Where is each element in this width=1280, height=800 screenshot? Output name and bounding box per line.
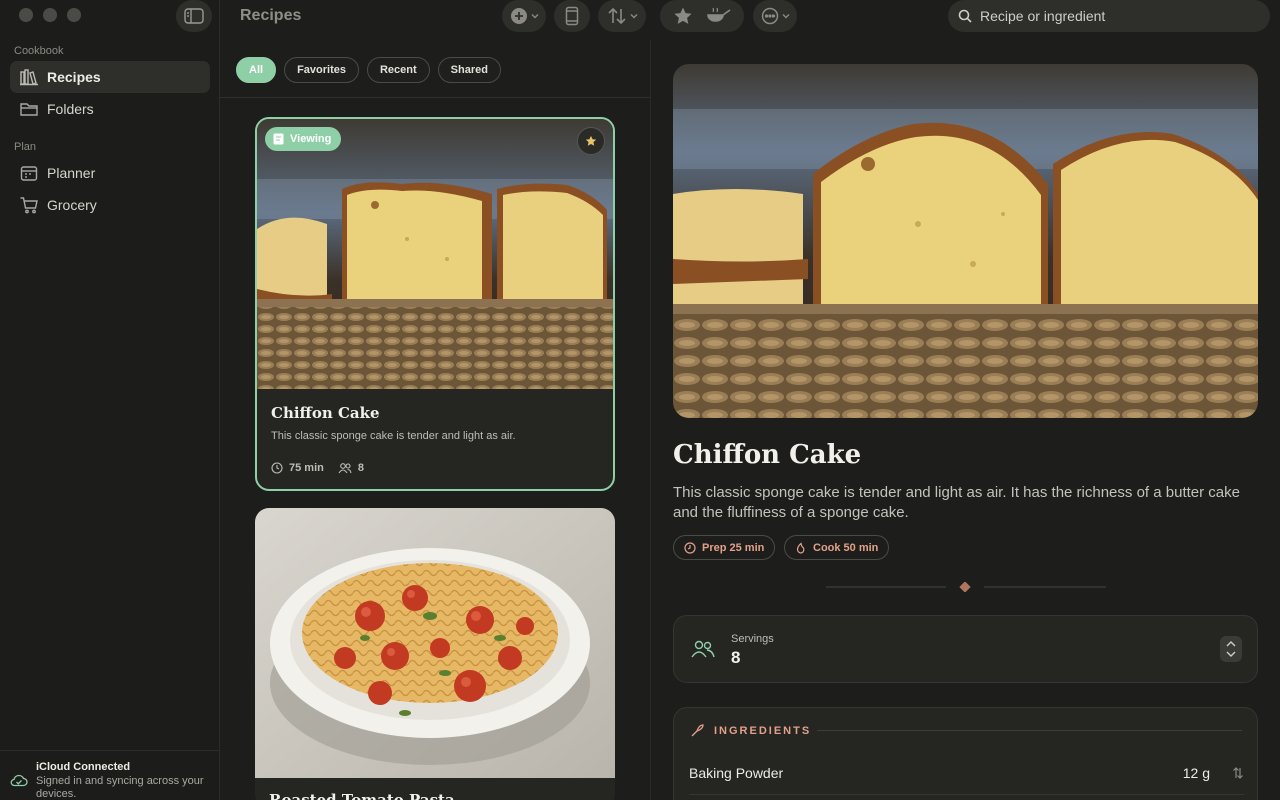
sidebar-item-recipes[interactable]: Recipes [10,61,210,93]
ingredient-name: Baking Powder [689,765,784,781]
sidebar-item-label: Recipes [47,69,101,85]
chevron-down-icon [531,14,538,19]
people-icon [691,640,715,658]
recipe-description: This classic sponge cake is tender and l… [673,484,1240,521]
favorite-toggle-button[interactable] [577,127,605,155]
recipes-app: Cookbook Recipes Folders Plan Planner Gr… [0,0,1280,800]
star-icon[interactable] [673,6,693,26]
clock-icon [271,462,283,474]
zoom-window-button[interactable] [67,8,81,22]
chiffon-cake-photo [673,64,1258,418]
icloud-status: iCloud Connected Signed in and syncing a… [0,750,220,800]
folder-icon [20,103,38,116]
search-bar [948,0,1270,32]
cook-time-pill: Cook 50 min [784,535,890,560]
card-title: Roasted Tomato Pasta [269,791,455,800]
section-label-cookbook: Cookbook [14,45,64,57]
recipe-card[interactable]: Roasted Tomato Pasta [255,508,615,800]
filter-chip-recent[interactable]: Recent [366,57,430,83]
column-divider [650,40,651,800]
sidebar-item-label: Planner [47,165,96,181]
card-meta: 75 min 8 [271,462,364,474]
sort-arrows-icon [607,7,626,25]
window-controls [19,8,81,22]
search-input[interactable] [980,8,1250,24]
search-icon [958,9,972,23]
filter-chip-all[interactable]: All [236,57,277,83]
unit-convert-icon[interactable] [1232,767,1244,779]
calendar-icon [20,166,38,181]
chevron-down-icon [782,14,789,19]
flame-icon [796,541,805,554]
window-title: Recipes [240,7,302,24]
close-window-button[interactable] [19,8,33,22]
card-time: 75 min [289,462,324,474]
card-title: Chiffon Cake [271,404,380,422]
filter-chips: All Favorites Recent Shared [236,57,501,83]
ingredients-title: INGREDIENTS [714,725,812,737]
cook-time-label: Cook 50 min [813,541,879,554]
icloud-title: iCloud Connected [36,761,131,773]
ingredient-row: Baking Powder 12 g [689,765,1244,781]
servings-value: 8 [731,648,741,667]
tablet-icon [565,6,579,26]
favorite-and-cook-group [660,0,744,32]
cooking-pan-icon[interactable] [707,7,731,25]
stepper-arrows-icon [1226,641,1236,657]
ingredient-row-divider [689,794,1244,795]
sidebar-item-planner[interactable]: Planner [10,157,210,189]
viewing-badge: Viewing [265,127,342,151]
sidebar-item-label: Folders [47,101,94,117]
recipe-book-icon [273,133,284,145]
library-icon [20,69,38,86]
more-menu-button[interactable] [753,0,797,32]
list-divider [220,97,650,98]
servings-card: Servings 8 [673,615,1258,683]
sort-menu-button[interactable] [598,0,646,32]
sidebar-item-grocery[interactable]: Grocery [10,189,210,221]
cloud-check-icon [10,774,28,787]
divider-ornament [826,582,1106,592]
ingredient-amount: 12 g [1182,765,1210,781]
recipe-title: Chiffon Cake [673,440,862,470]
sidebar-item-folders[interactable]: Folders [10,93,210,125]
sidebar-icon [184,8,204,24]
sidebar: Cookbook Recipes Folders Plan Planner Gr… [0,0,220,800]
prep-time-label: Prep 25 min [702,541,765,554]
icloud-subtitle: Signed in and syncing across your device… [36,775,204,800]
sidebar-toggle-button[interactable] [176,0,212,32]
ingredients-header: INGREDIENTS [690,724,811,738]
viewing-badge-label: Viewing [290,133,332,145]
recipe-card[interactable]: Viewing Chiffon Cake This classic sponge… [255,117,615,491]
ingredients-card: INGREDIENTS Baking Powder 12 g [673,707,1258,800]
add-menu-button[interactable] [502,0,546,32]
ingredients-header-rule [817,730,1242,731]
plus-circle-icon [510,8,527,24]
people-icon [338,463,352,474]
card-servings: 8 [357,462,364,474]
recipe-hero-image [673,64,1258,418]
sidebar-item-label: Grocery [47,197,97,213]
servings-label: Servings [731,633,774,645]
chevron-down-icon [630,14,637,19]
filter-chip-shared[interactable]: Shared [437,57,501,83]
prep-time-pill: Prep 25 min [673,535,776,560]
servings-stepper[interactable] [1220,636,1242,662]
filter-chip-favorites[interactable]: Favorites [284,57,359,83]
cart-icon [20,197,38,214]
chiffon-cake-image [257,119,613,389]
card-description: This classic sponge cake is tender and l… [271,430,516,442]
section-label-plan: Plan [14,141,37,153]
minimize-window-button[interactable] [43,8,57,22]
device-view-button[interactable] [554,0,590,32]
star-icon [585,135,597,146]
timer-icon [684,541,696,554]
whisk-icon [691,724,704,737]
tomato-pasta-image [255,508,615,778]
ellipsis-circle-icon [761,7,778,25]
